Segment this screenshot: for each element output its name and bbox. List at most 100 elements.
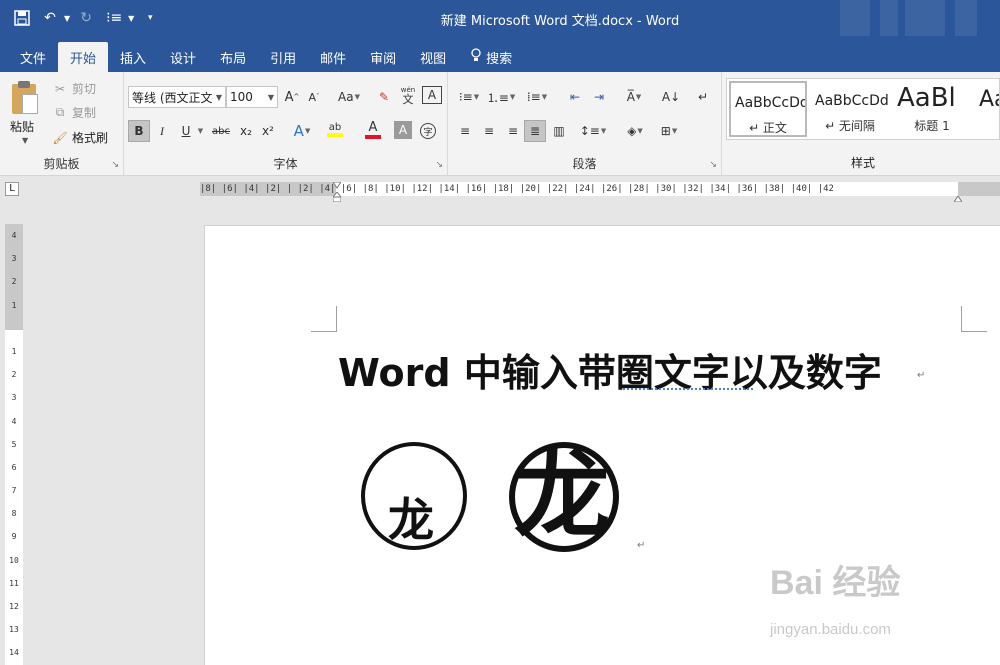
enclose-characters-button[interactable]: 字 bbox=[418, 120, 438, 142]
multilevel-list-button[interactable]: ⁞≡ ▼ bbox=[520, 86, 554, 108]
font-size-dropdown-icon[interactable]: ▼ bbox=[268, 93, 274, 102]
chinese-layout-button[interactable]: A̅ ▼ bbox=[620, 86, 648, 108]
change-case-button[interactable]: Aa ▼ bbox=[334, 86, 364, 108]
vertical-ruler-numbers: 4 3 2 1 1 2 3 4 5 6 7 8 9 10 11 12 13 14 bbox=[8, 224, 20, 665]
increase-indent-button[interactable]: ⇥ bbox=[588, 86, 610, 108]
paragraph-shading-button[interactable]: ◈ ▼ bbox=[620, 120, 650, 142]
style-heading-1[interactable]: AaBl 标题 1 bbox=[893, 81, 971, 137]
paintbrush-icon: 🖌 bbox=[52, 130, 68, 145]
font-size-box[interactable]: 100 ▼ bbox=[226, 86, 278, 108]
document-heading[interactable]: Word 中输入带圈文字以及数字 bbox=[338, 342, 882, 397]
clear-formatting-icon[interactable]: ✎ bbox=[374, 86, 394, 108]
borders-button[interactable]: ⊞ ▼ bbox=[654, 120, 684, 142]
tab-layout[interactable]: 布局 bbox=[208, 42, 258, 72]
right-indent-marker[interactable] bbox=[953, 191, 963, 203]
vertical-ruler-number: 3 bbox=[11, 393, 17, 403]
tab-insert[interactable]: 插入 bbox=[108, 42, 158, 72]
spelling-squiggle bbox=[623, 386, 753, 390]
paste-dropdown-icon[interactable]: ▼ bbox=[22, 136, 28, 145]
tab-review[interactable]: 审阅 bbox=[358, 42, 408, 72]
paste-button[interactable]: 粘贴 bbox=[10, 118, 34, 135]
styles-group-label: 样式 bbox=[850, 156, 875, 170]
vertical-ruler-number: 2 bbox=[11, 370, 17, 380]
show-marks-button[interactable]: ↵ bbox=[692, 86, 714, 108]
vertical-ruler-number: 3 bbox=[11, 254, 17, 264]
style-normal[interactable]: AaBbCcDd ↵ 正文 bbox=[729, 81, 807, 137]
tab-selector[interactable]: L bbox=[5, 182, 19, 196]
highlight-button[interactable]: ab bbox=[320, 118, 350, 140]
distributed-button[interactable]: ▥ bbox=[548, 120, 570, 142]
tab-design[interactable]: 设计 bbox=[158, 42, 208, 72]
paste-icon[interactable] bbox=[10, 80, 40, 116]
vertical-ruler-number: 11 bbox=[9, 578, 19, 588]
numbering-button[interactable]: ⒈≡ ▼ bbox=[486, 86, 516, 108]
line-spacing-button[interactable]: ↕≡ ▼ bbox=[578, 120, 608, 142]
font-name-value: 等线 (西文正文 bbox=[132, 90, 213, 105]
tab-home[interactable]: 开始 bbox=[58, 42, 109, 72]
style-no-spacing[interactable]: AaBbCcDd ↵ 无间隔 bbox=[811, 81, 889, 137]
style-heading-2[interactable]: Aa 标 bbox=[975, 81, 999, 137]
paragraph-launcher-icon[interactable]: ↘ bbox=[709, 160, 717, 170]
vertical-ruler-number: 14 bbox=[9, 648, 19, 658]
hanging-indent-marker[interactable] bbox=[331, 191, 343, 203]
font-group: 等线 (西文正文 ▼ 100 ▼ A ^ Aˇ Aa ▼ ✎ wén 文 A B I … bbox=[124, 72, 448, 176]
justify-button[interactable]: ≣ bbox=[524, 120, 546, 142]
underline-dropdown-icon[interactable]: ▼ bbox=[196, 120, 204, 142]
superscript-button[interactable]: x² bbox=[258, 120, 278, 142]
styles-gallery: AaBbCcDd ↵ 正文 AaBbCcDd ↵ 无间隔 AaBl 标题 1 A… bbox=[726, 78, 1000, 140]
subscript-button[interactable]: x₂ bbox=[236, 120, 256, 142]
copy-button[interactable]: ⧉ 复制 bbox=[52, 104, 96, 121]
font-color-button[interactable]: A bbox=[358, 118, 388, 140]
underline-button[interactable]: U bbox=[176, 120, 196, 142]
first-line-indent-marker[interactable] bbox=[332, 179, 342, 189]
ribbon-tabs: 文件 开始 插入 设计 布局 引用 邮件 审阅 视图 搜索 bbox=[0, 36, 1000, 72]
crop-mark-left bbox=[311, 306, 337, 332]
vertical-ruler-number: 9 bbox=[11, 532, 17, 542]
tell-me-search[interactable]: 搜索 bbox=[458, 42, 524, 72]
vertical-ruler[interactable]: 4 3 2 1 1 2 3 4 5 6 7 8 9 10 11 12 13 14 bbox=[5, 224, 23, 665]
sort-button[interactable]: A↓ bbox=[660, 86, 682, 108]
shrink-font-button[interactable]: Aˇ bbox=[304, 86, 324, 108]
enclosed-character-large[interactable]: 龙 bbox=[508, 441, 620, 553]
clipboard-launcher-icon[interactable]: ↘ bbox=[111, 160, 119, 170]
text-effects-button[interactable]: A ▼ bbox=[288, 120, 316, 142]
tab-view[interactable]: 视图 bbox=[408, 42, 458, 72]
enclosed-character-small[interactable]: 龙 bbox=[360, 441, 468, 551]
horizontal-ruler[interactable]: |8| |6| |4| |2| | |2| |4| |6| |8| |10| |… bbox=[200, 179, 1000, 203]
vertical-ruler-number: 2 bbox=[11, 277, 17, 287]
vertical-ruler-number: 13 bbox=[9, 625, 19, 635]
vertical-ruler-number: 1 bbox=[11, 300, 17, 310]
font-name-dropdown-icon[interactable]: ▼ bbox=[216, 93, 222, 102]
character-border-button[interactable]: A bbox=[422, 86, 442, 104]
cut-label: 剪切 bbox=[72, 82, 97, 96]
decrease-indent-button[interactable]: ⇤ bbox=[564, 86, 586, 108]
cut-button[interactable]: ✂ 剪切 bbox=[52, 80, 96, 97]
tab-references[interactable]: 引用 bbox=[258, 42, 308, 72]
ribbon: 粘贴 ▼ ✂ 剪切 ⧉ 复制 🖌 格式刷 剪贴板 ↘ 等线 (西文正文 ▼ 10… bbox=[0, 72, 1000, 176]
align-left-button[interactable]: ≡ bbox=[454, 120, 476, 142]
align-right-button[interactable]: ≡ bbox=[502, 120, 524, 142]
paragraph-mark: ↵ bbox=[917, 370, 926, 381]
vertical-ruler-number: 7 bbox=[11, 486, 17, 496]
strikethrough-button[interactable]: abc bbox=[208, 120, 234, 142]
vertical-ruler-number: 10 bbox=[9, 555, 19, 565]
vertical-ruler-number: 5 bbox=[11, 439, 17, 449]
font-launcher-icon[interactable]: ↘ bbox=[435, 160, 443, 170]
align-center-button[interactable]: ≡ bbox=[478, 120, 500, 142]
bold-button[interactable]: B bbox=[128, 120, 150, 142]
tab-mailings[interactable]: 邮件 bbox=[308, 42, 358, 72]
font-name-box[interactable]: 等线 (西文正文 ▼ bbox=[128, 86, 226, 108]
paragraph-mark-2: ↵ bbox=[637, 540, 646, 551]
bullets-button[interactable]: ⁝≡ ▼ bbox=[454, 86, 484, 108]
scissors-icon: ✂ bbox=[54, 81, 66, 96]
format-painter-button[interactable]: 🖌 格式刷 bbox=[52, 129, 108, 146]
vertical-ruler-number: 4 bbox=[11, 416, 17, 426]
tab-file[interactable]: 文件 bbox=[8, 42, 58, 72]
font-size-value: 100 bbox=[230, 90, 253, 104]
clipboard-group: 粘贴 ▼ ✂ 剪切 ⧉ 复制 🖌 格式刷 剪贴板 ↘ bbox=[0, 72, 124, 176]
phonetic-guide-button[interactable]: wén 文 bbox=[398, 84, 418, 106]
character-shading-button[interactable]: A bbox=[394, 121, 412, 139]
grow-font-button[interactable]: A ^ bbox=[282, 86, 302, 108]
vertical-ruler-number: 6 bbox=[11, 462, 17, 472]
italic-button[interactable]: I bbox=[152, 120, 172, 142]
